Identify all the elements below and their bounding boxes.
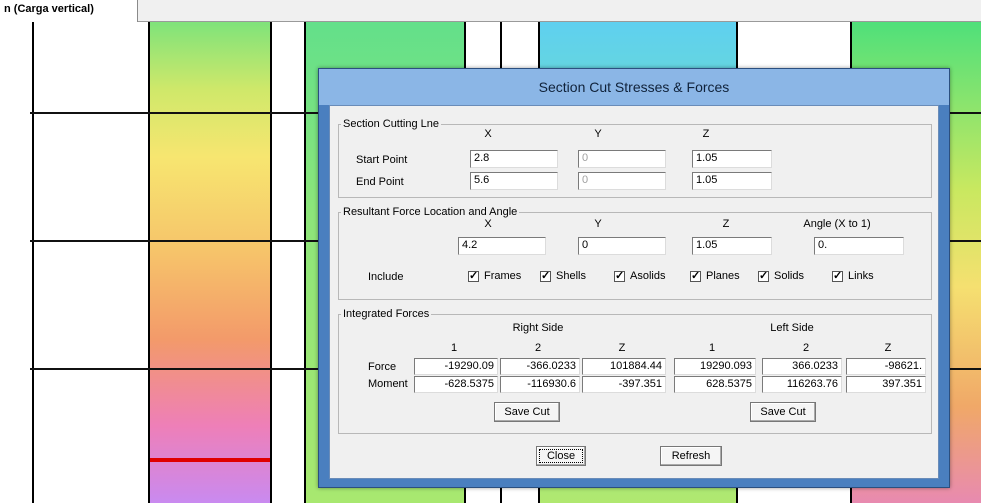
checkbox-check-icon: [758, 269, 769, 282]
cutting-header-z: Z: [702, 128, 710, 140]
left-force-2-field[interactable]: 366.0233: [762, 358, 842, 375]
save-cut-right-button[interactable]: Save Cut: [494, 402, 560, 422]
checkbox-check-icon: [690, 269, 701, 282]
right-side-label: Right Side: [512, 322, 564, 334]
checkbox-check-icon: [540, 269, 551, 282]
include-solids-label: Solids: [774, 270, 804, 282]
right-moment-2-field[interactable]: -116930.6: [500, 376, 580, 393]
right-col-2-header: 2: [534, 342, 542, 354]
right-moment-z-field[interactable]: -397.351: [582, 376, 666, 393]
left-col-2-header: 2: [802, 342, 810, 354]
grid-line-v4: [304, 22, 306, 503]
checkbox-check-icon: [468, 269, 479, 282]
refresh-button[interactable]: Refresh: [660, 446, 722, 466]
include-asolids-label: Asolids: [630, 270, 666, 282]
resultant-header-z: Z: [722, 218, 730, 230]
checkbox-check-icon: [832, 269, 843, 282]
moment-row-label: Moment: [368, 378, 408, 390]
start-y-field[interactable]: 0: [578, 150, 666, 168]
cutting-header-x: X: [484, 128, 492, 140]
include-solids-checkbox[interactable]: Solids: [758, 269, 804, 282]
end-point-label: End Point: [356, 176, 404, 188]
section-cut-line: [150, 458, 270, 462]
include-shells-checkbox[interactable]: Shells: [540, 269, 586, 282]
left-col-1-header: 1: [708, 342, 716, 354]
grid-line-v3: [270, 22, 272, 503]
dialog-body: Section Cutting Lne X Y Z Start Point En…: [329, 105, 939, 479]
tab-carga-vertical[interactable]: n (Carga vertical): [0, 0, 138, 22]
integrated-forces-legend: Integrated Forces: [343, 308, 430, 320]
right-moment-1-field[interactable]: -628.5375: [414, 376, 498, 393]
resultant-header-angle: Angle (X to 1): [803, 218, 871, 230]
left-moment-1-field[interactable]: 628.5375: [674, 376, 756, 393]
left-moment-2-field[interactable]: 116263.76: [762, 376, 842, 393]
close-button[interactable]: Close: [536, 446, 586, 466]
include-links-checkbox[interactable]: Links: [832, 269, 874, 282]
include-frames-checkbox[interactable]: Frames: [468, 269, 522, 282]
start-point-label: Start Point: [356, 154, 408, 166]
section-cutting-line-legend: Section Cutting Lne: [343, 118, 440, 130]
right-col-z-header: Z: [618, 342, 626, 354]
end-x-field[interactable]: 5.6: [470, 172, 558, 190]
include-asolids-checkbox[interactable]: Asolids: [614, 269, 666, 282]
left-moment-z-field[interactable]: 397.351: [846, 376, 926, 393]
right-force-z-field[interactable]: 101884.44: [582, 358, 666, 375]
end-z-field[interactable]: 1.05: [692, 172, 772, 190]
right-force-1-field[interactable]: -19290.09: [414, 358, 498, 375]
grid-line-v1: [32, 22, 34, 503]
force-row-label: Force: [368, 361, 397, 373]
stress-contour-panel-2: [272, 22, 304, 503]
left-side-label: Left Side: [770, 322, 814, 334]
start-x-field[interactable]: 2.8: [470, 150, 558, 168]
resultant-z-field[interactable]: 1.05: [692, 237, 772, 255]
grid-line-v2: [148, 22, 150, 503]
right-col-1-header: 1: [450, 342, 458, 354]
stress-contour-panel-1: [150, 22, 270, 503]
left-col-z-header: Z: [884, 342, 892, 354]
include-frames-label: Frames: [484, 270, 522, 282]
include-label: Include: [368, 271, 404, 283]
save-cut-left-button[interactable]: Save Cut: [750, 402, 816, 422]
dialog-title: Section Cut Stresses & Forces: [319, 69, 949, 105]
include-planes-label: Planes: [706, 270, 740, 282]
resultant-x-field[interactable]: 4.2: [458, 237, 546, 255]
left-force-z-field[interactable]: -98621.: [846, 358, 926, 375]
include-shells-label: Shells: [556, 270, 586, 282]
include-links-label: Links: [848, 270, 874, 282]
include-planes-checkbox[interactable]: Planes: [690, 269, 740, 282]
cutting-header-y: Y: [594, 128, 602, 140]
tab-strip: n (Carga vertical): [0, 0, 981, 22]
end-y-field[interactable]: 0: [578, 172, 666, 190]
checkbox-check-icon: [614, 269, 625, 282]
resultant-force-legend: Resultant Force Location and Angle: [343, 206, 518, 218]
right-force-2-field[interactable]: -366.0233: [500, 358, 580, 375]
resultant-y-field[interactable]: 0: [578, 237, 666, 255]
left-force-1-field[interactable]: 19290.093: [674, 358, 756, 375]
resultant-header-y: Y: [594, 218, 602, 230]
resultant-header-x: X: [484, 218, 492, 230]
resultant-angle-field[interactable]: 0.: [814, 237, 904, 255]
start-z-field[interactable]: 1.05: [692, 150, 772, 168]
section-cut-dialog: Section Cut Stresses & Forces Section Cu…: [318, 68, 950, 488]
